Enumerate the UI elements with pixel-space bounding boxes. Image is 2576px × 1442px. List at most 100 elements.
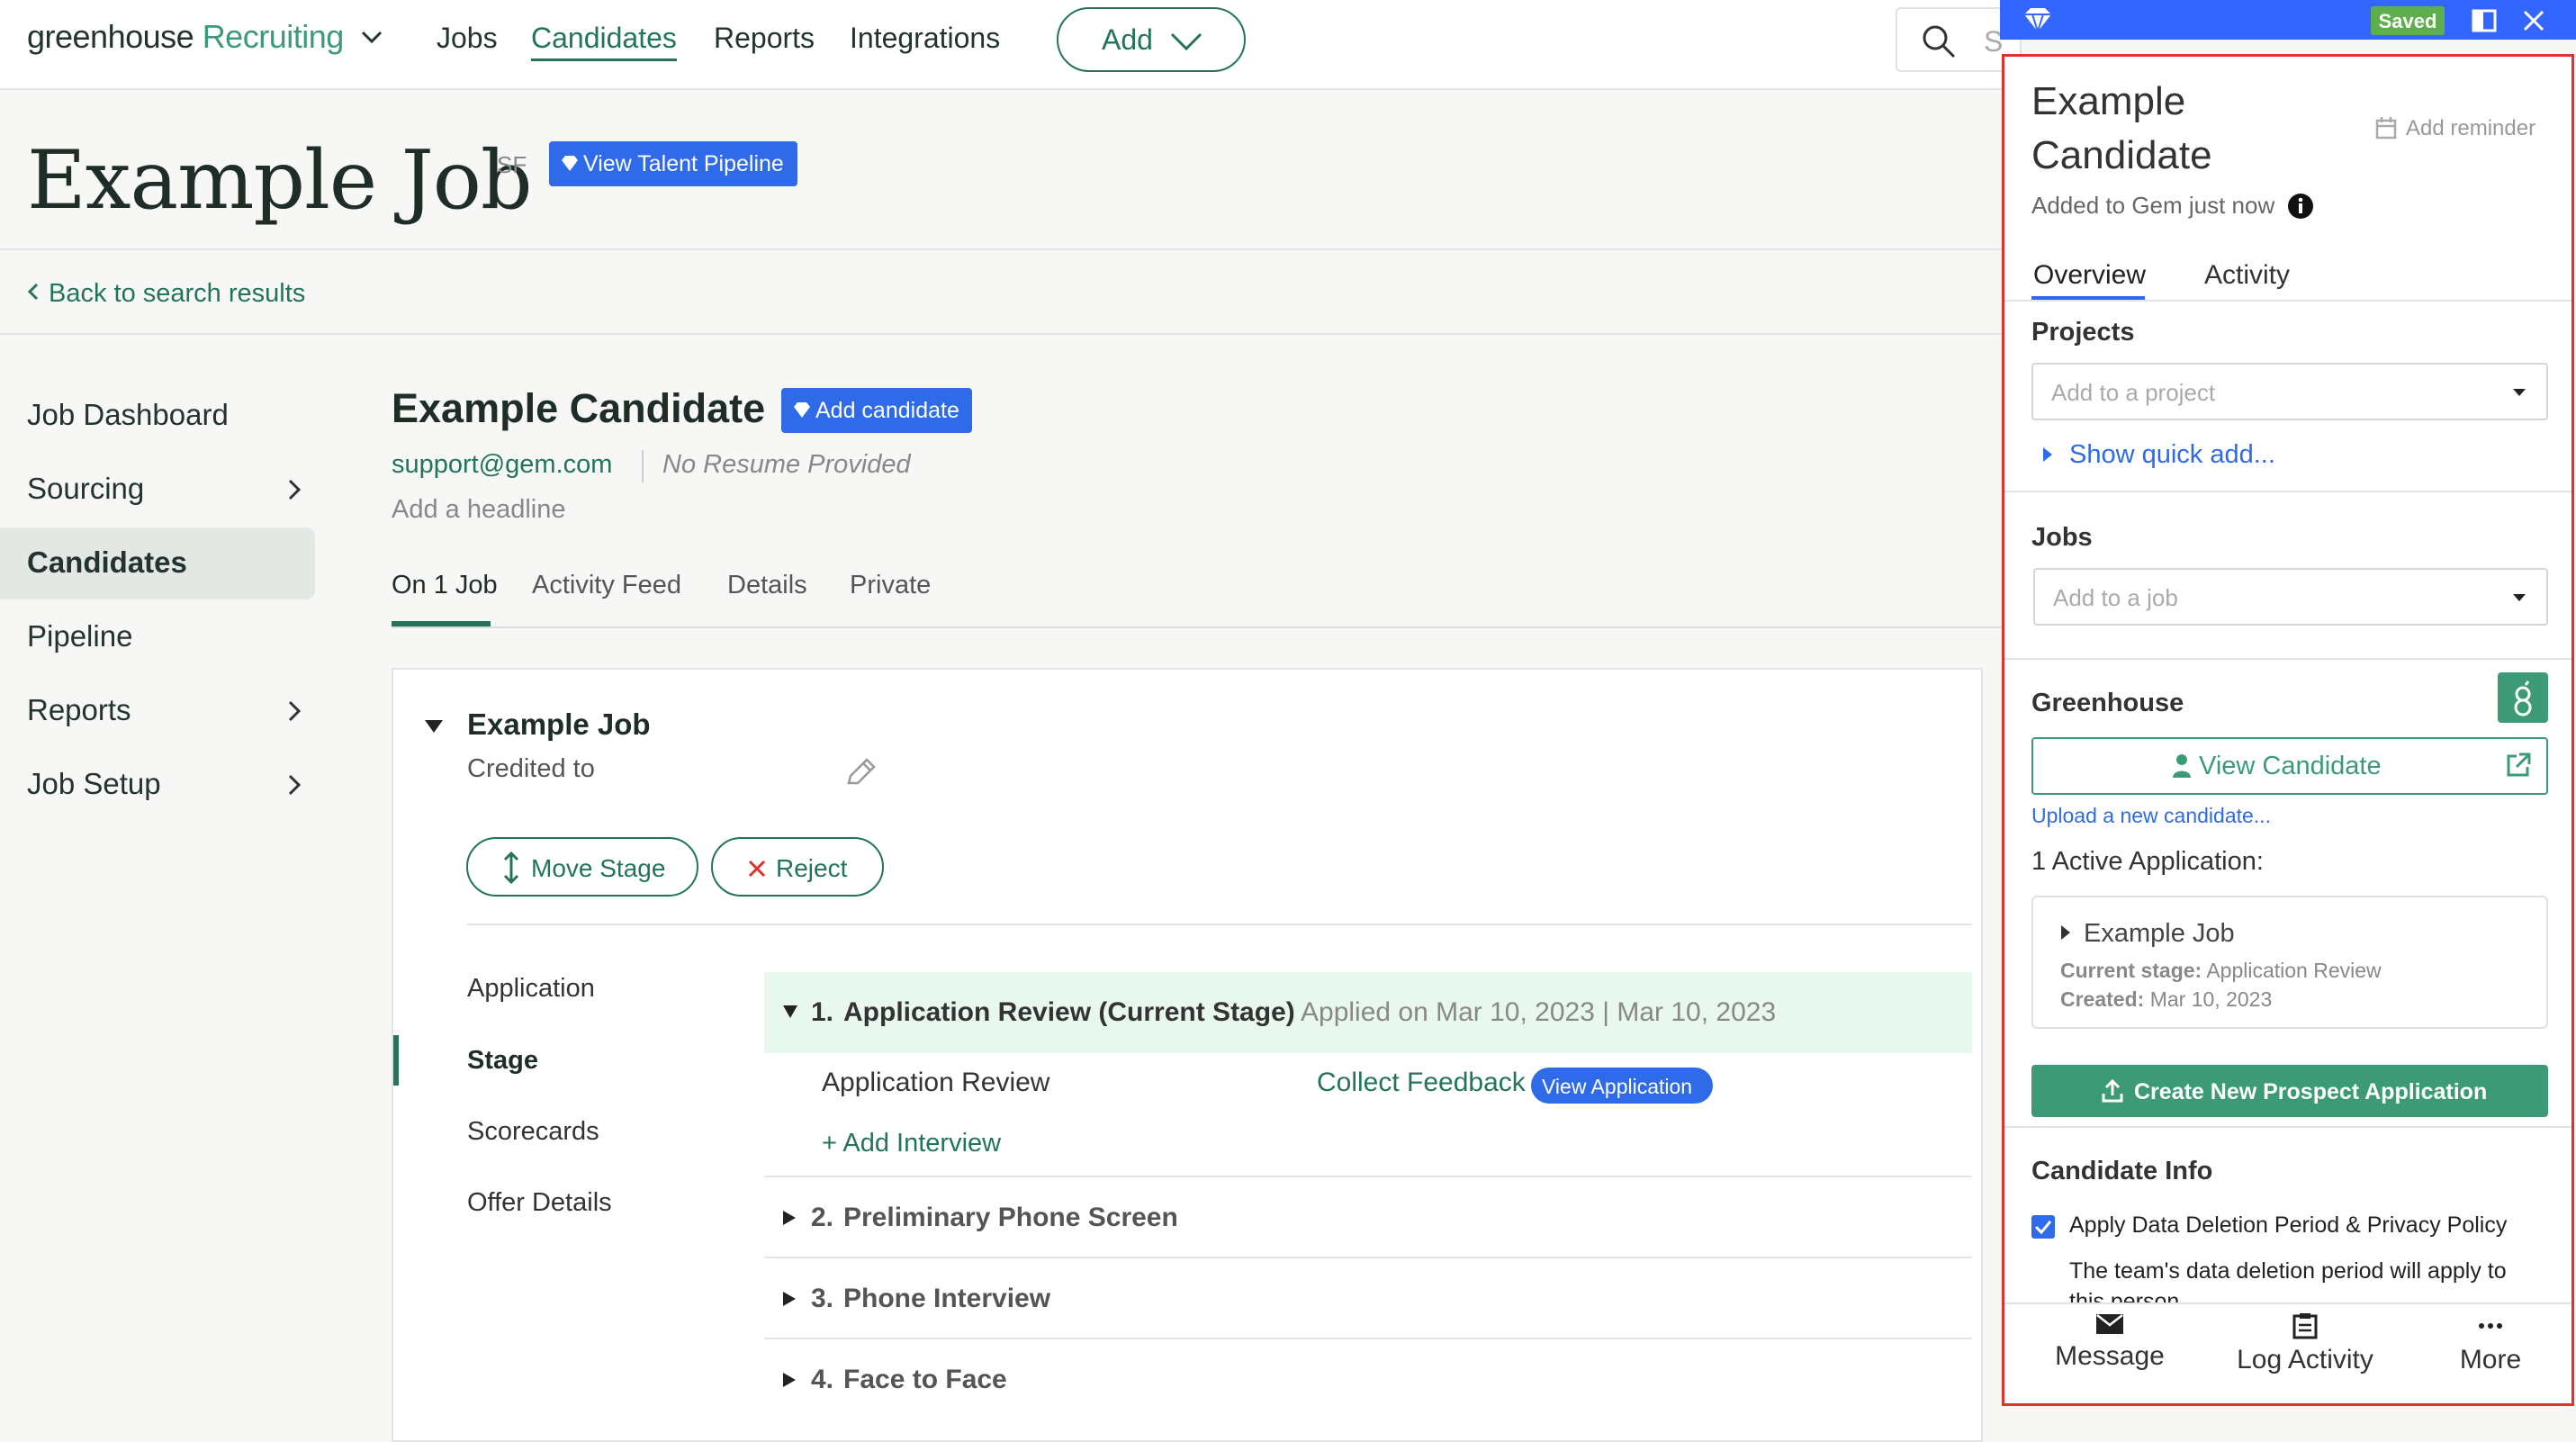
stage-name: Preliminary Phone Screen xyxy=(843,1203,1178,1232)
show-quick-add-link[interactable]: Show quick add... xyxy=(2042,440,2275,470)
log-activity-button[interactable]: Log Activity xyxy=(2224,1312,2386,1375)
job-select[interactable]: Add to a job xyxy=(2033,568,2548,626)
add-reminder-button[interactable]: Add reminder xyxy=(2375,116,2535,141)
candidate-email[interactable]: support@gem.com xyxy=(392,450,612,480)
sidebar-item-pipeline[interactable]: Pipeline xyxy=(0,601,315,673)
reject-label: Reject xyxy=(776,854,848,882)
close-icon xyxy=(748,860,766,878)
more-button[interactable]: More xyxy=(2445,1312,2535,1375)
nav-jobs[interactable]: Jobs xyxy=(437,22,498,55)
close-icon[interactable] xyxy=(2522,9,2545,32)
stage-name: Face to Face xyxy=(843,1365,1007,1394)
logo-product-text: Recruiting xyxy=(202,18,345,55)
back-row: Back to search results xyxy=(0,252,2007,335)
stage-number: 3. xyxy=(811,1284,834,1313)
view-candidate-label: View Candidate xyxy=(2199,752,2382,780)
active-application-card[interactable]: Example Job Current stage: Application R… xyxy=(2031,896,2548,1029)
job-location: SF xyxy=(497,151,527,178)
log-activity-label: Log Activity xyxy=(2237,1345,2373,1374)
person-icon xyxy=(2173,754,2191,778)
dropdown-arrow-icon xyxy=(2513,594,2526,601)
tab-activity-feed[interactable]: Activity Feed xyxy=(532,571,681,600)
upload-new-candidate-link[interactable]: Upload a new candidate... xyxy=(2031,804,2271,828)
nav-candidates[interactable]: Candidates xyxy=(531,22,677,61)
project-select-placeholder: Add to a project xyxy=(2051,379,2216,406)
caret-right-icon xyxy=(783,1211,796,1225)
view-candidate-button[interactable]: View Candidate xyxy=(2031,737,2548,795)
data-deletion-note-line: The team's data deletion period will app… xyxy=(2069,1258,2507,1284)
add-candidate-button[interactable]: Add candidate xyxy=(781,388,972,433)
more-label: More xyxy=(2459,1345,2522,1374)
tab-on-1-job[interactable]: On 1 Job xyxy=(392,571,498,600)
jobs-heading: Jobs xyxy=(2031,523,2093,552)
checkmark-icon xyxy=(2034,1221,2052,1235)
search-icon xyxy=(1923,25,1956,59)
chevron-right-icon xyxy=(288,774,302,796)
greenhouse-logo-icon xyxy=(2498,672,2548,723)
data-deletion-checkbox[interactable] xyxy=(2031,1215,2055,1239)
divider xyxy=(2004,658,2571,660)
sidebar-item-reports[interactable]: Reports xyxy=(0,675,315,747)
chevron-right-icon xyxy=(288,700,302,722)
add-interview-link[interactable]: + Add Interview xyxy=(822,1129,1001,1158)
stage-row[interactable]: 4. Face to Face xyxy=(764,1341,1972,1420)
divider xyxy=(642,450,644,482)
stage-row[interactable]: 3. Phone Interview xyxy=(764,1260,1972,1339)
nav-reports[interactable]: Reports xyxy=(714,22,815,55)
add-candidate-label: Add candidate xyxy=(815,398,959,423)
sidebar-item-job-dashboard[interactable]: Job Dashboard xyxy=(0,380,315,452)
tab-private[interactable]: Private xyxy=(850,571,931,600)
message-button[interactable]: Message xyxy=(2051,1312,2168,1372)
stage-row-current[interactable]: 1. Application Review (Current Stage) Ap… xyxy=(764,972,1972,1053)
view-application-button[interactable]: View Application xyxy=(1531,1068,1713,1104)
application-job-title[interactable]: Example Job xyxy=(467,707,651,742)
pencil-icon[interactable] xyxy=(843,756,878,790)
greenhouse-logo[interactable]: greenhouse Recruiting xyxy=(27,18,344,56)
caret-down-icon[interactable] xyxy=(424,718,444,735)
caret-right-icon xyxy=(2061,925,2070,940)
divider xyxy=(2004,300,2571,302)
stage-nav-stage[interactable]: Stage xyxy=(467,1046,538,1076)
headline-field[interactable]: Add a headline xyxy=(392,495,566,525)
envelope-icon xyxy=(2096,1314,2123,1334)
move-stage-label: Move Stage xyxy=(531,854,666,882)
sidebar-item-job-setup[interactable]: Job Setup xyxy=(0,749,315,821)
job-select-placeholder: Add to a job xyxy=(2053,584,2178,611)
create-prospect-application-button[interactable]: Create New Prospect Application xyxy=(2031,1065,2548,1117)
gem-tab-overview[interactable]: Overview xyxy=(2033,260,2146,291)
project-select[interactable]: Add to a project xyxy=(2031,363,2548,420)
resume-status: No Resume Provided xyxy=(662,450,911,479)
job-header: Example Job SF View Talent Pipeline xyxy=(0,90,2007,250)
caret-right-icon xyxy=(783,1292,796,1306)
back-link-label: Back to search results xyxy=(49,279,306,308)
job-application-card: Example Job Credited to Move Stage Rejec… xyxy=(392,668,1983,1442)
add-button[interactable]: Add xyxy=(1057,7,1246,72)
job-title: Example Job xyxy=(27,133,533,228)
move-stage-button[interactable]: Move Stage xyxy=(466,837,698,897)
logo-main-text: greenhouse xyxy=(27,18,194,55)
added-to-gem-status: Added to Gem just now xyxy=(2031,192,2314,220)
collect-feedback-link[interactable]: Collect Feedback xyxy=(1317,1068,1526,1098)
reject-button[interactable]: Reject xyxy=(711,837,884,897)
vertical-arrows-icon xyxy=(503,852,519,884)
create-prospect-label: Create New Prospect Application xyxy=(2134,1079,2488,1104)
created-value: Mar 10, 2023 xyxy=(2149,987,2273,1011)
chevron-down-icon[interactable] xyxy=(358,23,385,50)
stage-nav-application[interactable]: Application xyxy=(467,974,595,1004)
back-to-search-link[interactable]: Back to search results xyxy=(27,279,305,309)
view-talent-pipeline-button[interactable]: View Talent Pipeline xyxy=(549,141,797,186)
sidebar-toggle-icon[interactable] xyxy=(2472,9,2497,32)
divider xyxy=(764,1176,1972,1177)
gem-tab-activity[interactable]: Activity xyxy=(2204,260,2290,291)
stage-row[interactable]: 2. Preliminary Phone Screen xyxy=(764,1179,1972,1258)
stage-number: 2. xyxy=(811,1203,834,1232)
stage-nav-offer-details[interactable]: Offer Details xyxy=(467,1188,612,1218)
sidebar-item-candidates[interactable]: Candidates xyxy=(0,527,315,599)
info-icon[interactable] xyxy=(2287,193,2314,220)
tab-details[interactable]: Details xyxy=(727,571,807,600)
sidebar-item-label: Pipeline xyxy=(27,619,133,653)
nav-integrations[interactable]: Integrations xyxy=(850,22,1000,55)
sidebar-item-sourcing[interactable]: Sourcing xyxy=(0,454,315,526)
stage-nav-scorecards[interactable]: Scorecards xyxy=(467,1117,599,1147)
divider xyxy=(467,924,1972,925)
